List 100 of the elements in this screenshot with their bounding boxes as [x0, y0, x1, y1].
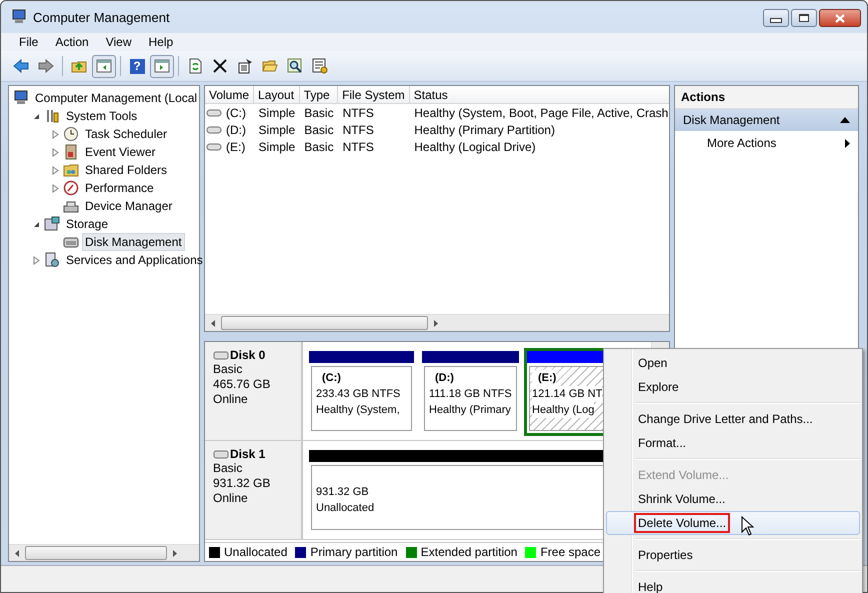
help-button[interactable]: ?: [125, 54, 149, 78]
table-cell: Simple: [254, 104, 300, 121]
mouse-pointer-icon: [741, 516, 754, 536]
table-cell: Basic: [299, 104, 338, 121]
close-icon: [835, 14, 845, 22]
disk-name: Disk 0: [230, 348, 266, 362]
legend-label: Primary partition: [310, 545, 398, 559]
partition-size: 931.32 GB: [316, 485, 370, 500]
pane-icon: [96, 58, 112, 74]
table-cell-text: NTFS: [342, 122, 375, 138]
partition-status: Unallocated: [316, 501, 376, 516]
menu-item[interactable]: Help: [140, 35, 182, 49]
tree-item[interactable]: Shared Folders: [82, 161, 170, 179]
expanded-arrow-icon[interactable]: [32, 220, 41, 228]
table-cell-text: Simple: [258, 122, 296, 138]
tree-item[interactable]: Storage: [63, 215, 112, 233]
pane-button[interactable]: [150, 54, 174, 78]
tree-item[interactable]: Disk Management: [82, 233, 185, 251]
section-label: Disk Management: [683, 113, 780, 127]
folder-icon: [63, 162, 79, 178]
drive-icon: [206, 124, 222, 134]
column-header[interactable]: Layout: [254, 86, 300, 104]
menu-item[interactable]: Shrink Volume...: [606, 487, 860, 511]
submenu-arrow-icon: [845, 138, 850, 148]
column-header[interactable]: Volume: [205, 86, 254, 104]
menu-item[interactable]: File: [11, 35, 48, 49]
table-cell-text: Simple: [258, 138, 296, 155]
table-cell-text: Basic: [303, 122, 335, 138]
disk-detail: Online: [213, 491, 249, 506]
column-header[interactable]: File System: [338, 86, 410, 104]
collapsed-arrow-icon[interactable]: [32, 256, 41, 264]
collapsed-arrow-icon[interactable]: [51, 166, 60, 174]
table-cell-text: Healthy (Primary Partition): [413, 122, 556, 138]
open-folder-icon: [262, 58, 278, 74]
drive-icon: [206, 108, 222, 118]
drive-icon: [206, 142, 222, 152]
partition-size: 233.43 GB NTFS: [316, 387, 402, 402]
partition-size: 111.18 GB NTFS: [429, 387, 512, 402]
menu-item[interactable]: Delete Volume...: [606, 511, 860, 535]
minimize-button[interactable]: [763, 9, 789, 27]
collapsed-arrow-icon[interactable]: [51, 184, 60, 192]
tree-item[interactable]: Task Scheduler: [82, 125, 170, 143]
legend-label: Unallocated: [224, 545, 288, 559]
menu-item[interactable]: Action: [47, 35, 98, 49]
table-cell: (C:): [226, 106, 246, 120]
menu-item[interactable]: Properties: [606, 543, 860, 567]
disk-detail: Basic: [213, 461, 244, 476]
delete-icon: [212, 58, 228, 74]
back-arrow-icon: [13, 58, 29, 74]
expanded-arrow-icon[interactable]: [32, 112, 41, 120]
pane-button[interactable]: [92, 54, 116, 78]
tools-icon: [44, 108, 60, 124]
scroll-right-arrow-icon[interactable]: [171, 548, 179, 558]
disk-detail: 931.32 GB: [213, 476, 272, 491]
action-item[interactable]: More Actions: [675, 131, 858, 155]
window-title: Computer Management: [33, 10, 170, 24]
close-button[interactable]: [819, 9, 861, 27]
disk-detail: Online: [213, 392, 249, 407]
storage-icon: [44, 216, 60, 232]
tree-item[interactable]: System Tools: [63, 107, 140, 125]
tree-item[interactable]: Device Manager: [82, 197, 176, 215]
disk-drive-icon: [213, 449, 229, 459]
table-cell: Healthy (System, Boot, Page File, Active, Crash: [409, 104, 669, 121]
pane-icon: [154, 58, 170, 74]
partition-status: Healthy (Log: [532, 402, 594, 418]
column-header[interactable]: Type: [299, 86, 338, 104]
collapsed-arrow-icon[interactable]: [51, 130, 60, 138]
partition-label: (E:): [532, 370, 556, 386]
tree-item[interactable]: Computer Management (Local: [32, 89, 200, 107]
horizontal-scrollbar[interactable]: [9, 544, 199, 561]
computer-icon: [11, 9, 27, 25]
partition-size: 121.14 GB NT: [532, 386, 602, 402]
scroll-left-arrow-icon[interactable]: [13, 548, 21, 558]
table-cell-text: Basic: [303, 138, 335, 155]
horizontal-scrollbar[interactable]: [205, 314, 669, 331]
table-cell: (D:): [226, 122, 246, 136]
scroll-left-arrow-icon[interactable]: [209, 318, 217, 328]
table-cell: (E:): [226, 140, 246, 154]
legend-label: Free space: [540, 545, 600, 559]
tree-item[interactable]: Services and Applications: [63, 251, 206, 269]
partition-label: (C:): [321, 371, 342, 386]
disk-detail: 465.76 GB: [213, 377, 272, 392]
clock-icon: [63, 126, 79, 142]
tree-item[interactable]: Event Viewer: [82, 143, 158, 161]
refresh-icon: [187, 58, 203, 74]
scroll-right-arrow-icon[interactable]: [432, 318, 440, 328]
maximize-button[interactable]: [791, 9, 817, 27]
collapsed-arrow-icon[interactable]: [51, 148, 60, 156]
column-header[interactable]: Status: [409, 86, 669, 104]
properties-icon: [237, 58, 253, 74]
disk-drive-icon: [213, 350, 229, 360]
tree-item[interactable]: Performance: [82, 179, 157, 197]
actions-section-header[interactable]: Disk Management: [675, 109, 858, 131]
menu-item[interactable]: View: [98, 35, 140, 49]
partition-status: Healthy (System,: [316, 403, 401, 418]
forward-arrow-icon: [38, 58, 54, 74]
disk-detail: Basic: [213, 362, 244, 377]
actions-title: Actions: [675, 86, 858, 109]
table-cell-text: Healthy (Logical Drive): [413, 138, 537, 155]
partition-status: Healthy (Primary: [429, 403, 512, 418]
